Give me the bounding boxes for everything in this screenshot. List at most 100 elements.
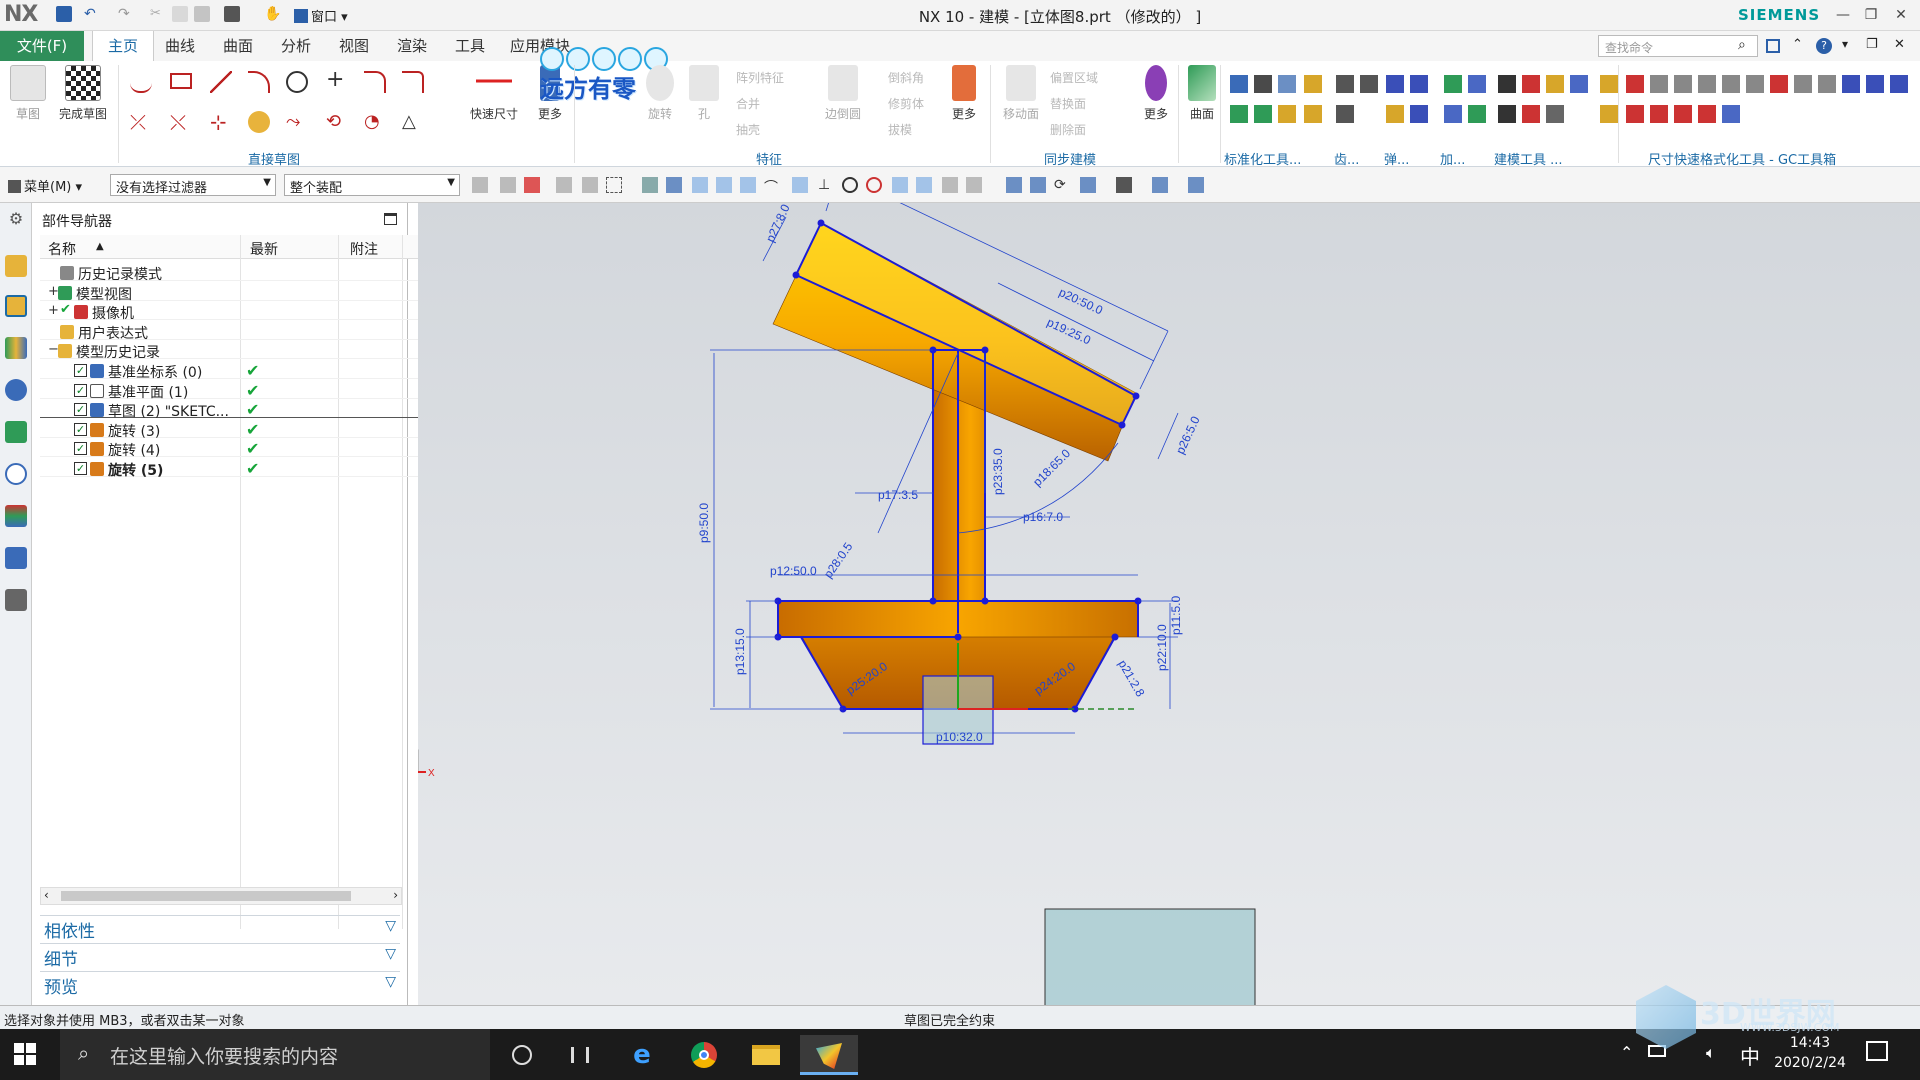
visibility-checkbox[interactable]: ✓	[74, 403, 87, 417]
column-latest[interactable]: 最新	[250, 239, 278, 259]
copy-icon[interactable]	[172, 6, 188, 22]
gc-tool-icon[interactable]	[1600, 75, 1618, 93]
snap-point-icon[interactable]	[716, 177, 732, 193]
quick-extend-icon[interactable]: ⤬	[170, 111, 192, 133]
gc-tool-icon[interactable]	[1570, 75, 1588, 93]
save-icon[interactable]	[56, 6, 72, 22]
visibility-checkbox[interactable]: ✓	[74, 422, 87, 436]
tree-row[interactable]: + 模型视图	[40, 281, 438, 303]
gc-tool-icon[interactable]	[1650, 105, 1668, 123]
menu-button[interactable]: 菜单(M) ▾	[8, 176, 82, 195]
gc-tool-icon[interactable]	[1304, 105, 1322, 123]
command-search-input[interactable]: 查找命令	[1598, 35, 1758, 57]
finish-sketch-button[interactable]: 完成草图	[54, 65, 112, 122]
gc-tool-icon[interactable]	[1674, 75, 1692, 93]
snap-point-icon[interactable]	[892, 177, 908, 193]
dim-p11[interactable]: p11:5.0	[1169, 596, 1183, 635]
offset-region-button[interactable]: 偏置区域	[1050, 69, 1098, 86]
dim-p16[interactable]: p16:7.0	[1023, 510, 1063, 524]
gc-tool-icon[interactable]	[1818, 75, 1836, 93]
assembly-scope-select[interactable]: 整个装配 ▼	[284, 174, 460, 196]
spring-tools-label[interactable]: 弹...	[1384, 149, 1409, 168]
gc-tool-icon[interactable]	[1866, 75, 1884, 93]
chrome-browser-icon[interactable]	[682, 1035, 726, 1075]
scroll-right-icon[interactable]: ›	[393, 888, 398, 902]
touch-mode-icon[interactable]: ✋	[264, 6, 281, 22]
tree-row[interactable]: 历史记录模式	[40, 261, 438, 283]
offset-curve-icon[interactable]	[248, 111, 270, 133]
delete-face-button[interactable]: 删除面	[1050, 121, 1086, 138]
dim-format-tools-label[interactable]: 尺寸快速格式化工具 - GC工具箱	[1648, 149, 1836, 168]
collapse-ribbon-icon[interactable]: ⌃	[1792, 37, 1803, 52]
tab-tools[interactable]: 工具	[444, 31, 496, 61]
shell-button[interactable]: 抽壳	[736, 121, 760, 138]
gc-tool-icon[interactable]	[1360, 75, 1378, 93]
revolve-button[interactable]: 旋转	[640, 65, 680, 122]
system-materials-icon[interactable]	[5, 505, 27, 527]
taskbar-search-input[interactable]: ⌕ 在这里输入你要搜索的内容	[60, 1029, 490, 1080]
column-name[interactable]: 名称	[48, 239, 76, 259]
move-face-button[interactable]: 移动面	[996, 65, 1046, 122]
gc-tool-icon[interactable]	[1674, 105, 1692, 123]
process-studio-icon[interactable]	[5, 547, 27, 569]
tree-row[interactable]: − 模型历史记录	[40, 339, 438, 361]
gc-tool-icon[interactable]	[1410, 105, 1428, 123]
replace-face-button[interactable]: 替换面	[1050, 95, 1086, 112]
snap-point-icon[interactable]	[916, 177, 932, 193]
gc-tool-icon[interactable]	[1278, 105, 1296, 123]
gc-tool-icon[interactable]	[1546, 75, 1564, 93]
tree-row[interactable]: ✓ 旋转 (3) ✔	[40, 418, 438, 440]
gc-tool-icon[interactable]	[1498, 75, 1516, 93]
doc-close-icon[interactable]: ✕	[1894, 37, 1905, 52]
part-navigator-icon[interactable]	[5, 295, 27, 317]
body-select-icon[interactable]	[666, 177, 682, 193]
file-explorer-icon[interactable]	[744, 1035, 788, 1075]
details-section[interactable]: 细节 ▽	[40, 943, 400, 970]
dim-p21[interactable]: p21:2.8	[1115, 658, 1147, 700]
gc-tool-icon[interactable]	[1444, 105, 1462, 123]
pattern-curve-icon[interactable]: ⤳	[286, 111, 308, 133]
gc-tool-icon[interactable]	[1230, 105, 1248, 123]
gc-tool-icon[interactable]	[1468, 105, 1486, 123]
snap-point-icon[interactable]: ⌒	[764, 177, 780, 196]
std-tools-label[interactable]: 标准化工具...	[1224, 149, 1301, 168]
body-select-icon[interactable]	[642, 177, 658, 193]
gc-tool-icon[interactable]	[1444, 75, 1462, 93]
tab-curve[interactable]: 曲线	[154, 31, 206, 61]
pattern-feature-button[interactable]: 阵列特征	[736, 69, 784, 86]
repeat-command-icon[interactable]	[224, 6, 240, 22]
maximize-panel-icon[interactable]	[384, 213, 397, 225]
snap-center-icon[interactable]	[842, 177, 858, 193]
snap-icon[interactable]	[472, 177, 488, 193]
gc-tool-icon[interactable]	[1722, 105, 1740, 123]
history-icon[interactable]	[5, 463, 27, 485]
view-icon[interactable]	[1030, 177, 1046, 193]
gc-tool-icon[interactable]	[1794, 75, 1812, 93]
gc-tool-icon[interactable]	[1522, 105, 1540, 123]
gc-tool-icon[interactable]	[1600, 105, 1618, 123]
gc-tool-icon[interactable]	[1722, 75, 1740, 93]
gc-tool-icon[interactable]	[1254, 105, 1272, 123]
visibility-checkbox[interactable]: ✓	[74, 442, 87, 456]
graphics-window[interactable]: p27:8.0 p20:50.0 p19:25.0 p26:5.0 p23:35…	[418, 203, 1920, 1005]
search-icon[interactable]: ⌕	[1738, 37, 1746, 53]
reuse-library-icon[interactable]	[5, 337, 27, 359]
scroll-left-icon[interactable]: ‹	[44, 888, 49, 902]
gc-tool-icon[interactable]	[1304, 75, 1322, 93]
dim-p26[interactable]: p26:5.0	[1173, 414, 1203, 456]
tab-surface[interactable]: 曲面	[212, 31, 264, 61]
snap-point-icon[interactable]: ⊥	[818, 177, 834, 193]
gc-tool-icon[interactable]	[1746, 75, 1764, 93]
select-icon[interactable]	[556, 177, 572, 193]
tab-render[interactable]: 渲染	[386, 31, 438, 61]
visibility-checkbox[interactable]: ✓	[74, 462, 87, 475]
gc-tool-icon[interactable]	[1842, 75, 1860, 93]
tab-home[interactable]: 主页	[92, 31, 154, 61]
trim-body-button[interactable]: 修剪体	[888, 95, 924, 112]
edge-blend-button[interactable]: 边倒圆	[818, 65, 868, 122]
horizontal-scrollbar[interactable]: ‹ ›	[40, 887, 402, 905]
snap-point-icon[interactable]	[942, 177, 958, 193]
surface-button[interactable]: 曲面	[1180, 65, 1224, 122]
rectangle-icon[interactable]	[170, 73, 192, 89]
file-menu[interactable]: 文件(F)	[0, 31, 84, 61]
